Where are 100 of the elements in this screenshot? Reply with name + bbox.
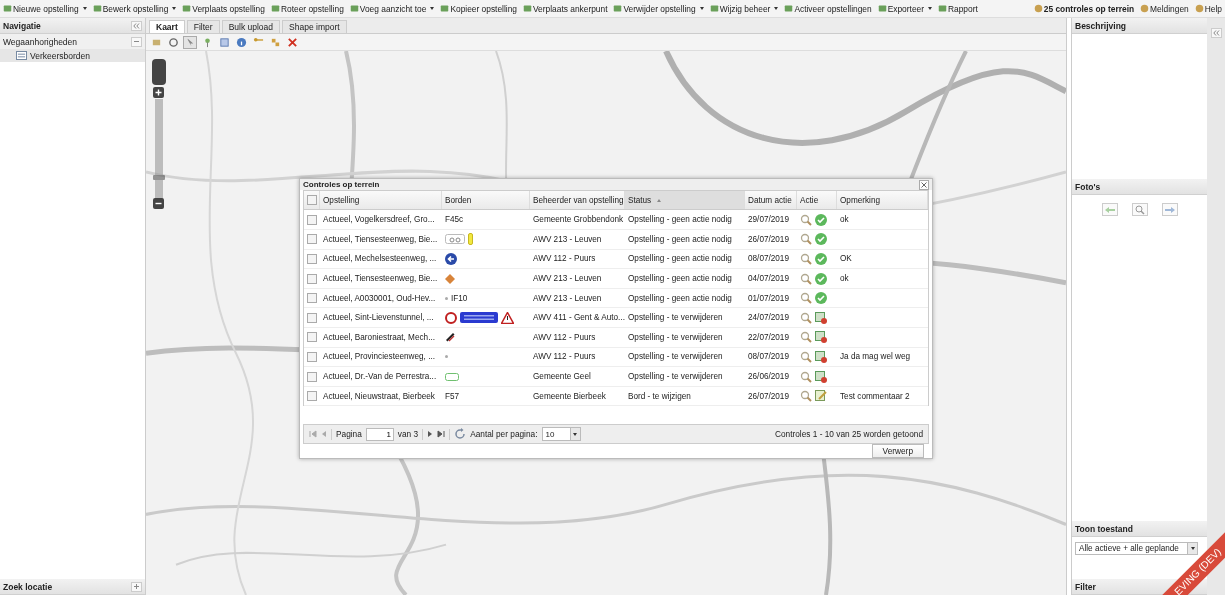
tab[interactable]: Shape import xyxy=(282,20,347,33)
collapse-button[interactable] xyxy=(131,20,142,31)
minus-icon xyxy=(133,38,140,45)
toolbar-button[interactable]: Nieuwe opstelling xyxy=(2,3,88,14)
search-icon[interactable] xyxy=(800,331,812,344)
zoom-out-button[interactable] xyxy=(153,198,164,209)
zoom-in-button[interactable] xyxy=(153,87,164,98)
nav-item[interactable]: Verkeersborden xyxy=(0,49,145,62)
column-header[interactable]: Opstelling xyxy=(320,191,442,210)
toolbar-button[interactable]: Bewerk opstelling xyxy=(91,3,178,14)
toolbar-button[interactable]: Kopieer opstelling xyxy=(439,3,518,14)
toolbar-button[interactable]: 25 controles op terrein xyxy=(1032,3,1136,14)
check-icon[interactable] xyxy=(815,272,827,285)
bicycle-sign-icon xyxy=(445,234,465,245)
checkbox[interactable] xyxy=(307,391,317,402)
tab[interactable]: Bulk upload xyxy=(221,20,281,33)
toolbar-button[interactable]: Verwijder opstelling xyxy=(612,3,705,14)
delete-table-icon[interactable] xyxy=(815,370,827,383)
search-icon[interactable] xyxy=(800,252,812,265)
checkbox[interactable] xyxy=(307,253,317,264)
column-header[interactable]: Status xyxy=(625,191,745,210)
table-cell: Opstelling - geen actie nodig xyxy=(628,215,732,225)
toolbar-button[interactable]: Meldingen xyxy=(1139,3,1190,14)
checkbox[interactable] xyxy=(307,273,317,284)
state-select[interactable]: Alle actieve + alle geplande xyxy=(1075,542,1198,555)
caret-icon xyxy=(172,7,177,10)
table-cell: ok xyxy=(840,274,849,284)
table-cell: Actueel, Mechelsesteenweg, ... xyxy=(323,254,437,264)
close-button[interactable] xyxy=(919,179,929,190)
last-page-icon[interactable] xyxy=(437,430,446,439)
expand-button[interactable] xyxy=(131,581,142,592)
search-icon[interactable] xyxy=(800,233,812,246)
collapse-button[interactable] xyxy=(1210,28,1222,38)
tool-icon xyxy=(709,4,719,13)
tool-icon xyxy=(523,4,532,13)
checkbox[interactable] xyxy=(307,332,317,343)
column-header[interactable]: Borden xyxy=(442,191,530,210)
check-icon[interactable] xyxy=(815,292,827,305)
checkbox[interactable] xyxy=(307,293,317,304)
checkbox[interactable] xyxy=(306,195,317,206)
column-header[interactable]: Actie xyxy=(797,191,837,210)
next-page-icon[interactable] xyxy=(427,430,434,439)
tool-icon xyxy=(92,4,102,13)
delete-table-icon[interactable] xyxy=(815,350,827,363)
map-tool-button[interactable] xyxy=(234,35,248,49)
table-cell: Opstelling - te verwijderen xyxy=(628,372,723,381)
zoom-slider[interactable] xyxy=(155,99,163,199)
check-icon[interactable] xyxy=(815,233,827,246)
map-tool-button[interactable] xyxy=(217,35,231,49)
search-icon[interactable] xyxy=(800,311,812,324)
search-icon[interactable] xyxy=(800,292,812,305)
toolbar-button[interactable]: Roteer opstelling xyxy=(269,3,345,14)
panel-title: Filter xyxy=(1075,581,1096,592)
delete-button[interactable] xyxy=(285,35,299,49)
toolbar-button[interactable]: Help xyxy=(1193,3,1223,14)
check-icon[interactable] xyxy=(815,213,827,226)
checkbox[interactable] xyxy=(307,312,317,323)
search-icon[interactable] xyxy=(800,213,812,226)
search-icon[interactable] xyxy=(800,370,812,383)
toolbar-button[interactable]: Verplaats ankerpunt xyxy=(522,3,609,14)
check-icon[interactable] xyxy=(815,252,827,265)
toolbar-button[interactable]: Voeg aanzicht toe xyxy=(348,3,436,14)
pan-control[interactable] xyxy=(152,59,166,85)
table-cell: AWV 213 - Leuven xyxy=(533,293,602,303)
zoom-thumb[interactable] xyxy=(153,175,165,181)
tool-icon xyxy=(613,4,623,13)
toolbar-button[interactable]: Wijzig beheer xyxy=(708,3,780,14)
table-cell: Gemeente Grobbendonk xyxy=(533,215,624,225)
checkbox[interactable] xyxy=(307,214,317,225)
pager-label: van 3 xyxy=(397,429,419,440)
delete-table-icon[interactable] xyxy=(815,311,827,324)
search-icon[interactable] xyxy=(800,272,812,285)
pager-label: Aantal per pagina: xyxy=(470,429,538,440)
delete-table-icon[interactable] xyxy=(815,331,827,344)
next-photo-button[interactable] xyxy=(1161,203,1178,216)
discard-button[interactable]: Verwerp xyxy=(871,444,924,458)
toolbar-button[interactable]: Activeer opstellingen xyxy=(783,3,873,14)
expand-toggle[interactable] xyxy=(131,36,142,47)
checkbox[interactable] xyxy=(307,234,317,245)
toolbar-button[interactable]: Exporteer xyxy=(876,3,933,14)
search-icon xyxy=(1134,204,1145,215)
tool-icon xyxy=(877,4,887,13)
tab[interactable]: Filter xyxy=(186,20,220,33)
toolbar-button[interactable]: Verplaats opstelling xyxy=(181,3,266,14)
map-tool-button[interactable] xyxy=(183,35,197,49)
zoom-photo-button[interactable] xyxy=(1131,203,1148,216)
edit-icon[interactable] xyxy=(815,390,827,403)
tab[interactable]: Kaart xyxy=(149,20,185,33)
map-tool-button[interactable] xyxy=(166,35,180,49)
column-header[interactable]: Opmerking xyxy=(837,191,928,210)
previous-photo-button[interactable] xyxy=(1101,203,1118,216)
search-icon[interactable] xyxy=(800,350,812,363)
search-icon[interactable] xyxy=(800,390,812,403)
column-header[interactable]: Datum actie xyxy=(745,191,797,210)
page-field[interactable]: 1 xyxy=(365,427,394,441)
per-page-select[interactable]: 10 xyxy=(541,427,581,442)
refresh-icon[interactable] xyxy=(454,428,467,441)
checkbox[interactable] xyxy=(307,371,317,382)
toolbar-button[interactable]: Rapport xyxy=(937,3,979,14)
checkbox[interactable] xyxy=(307,351,317,362)
